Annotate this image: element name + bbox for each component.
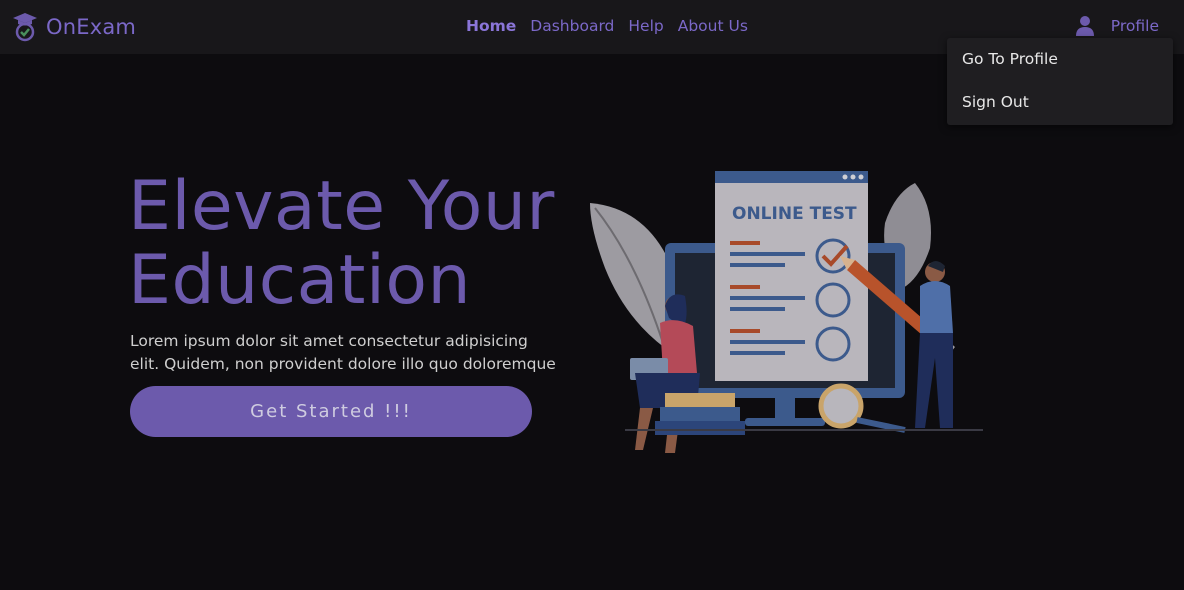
screen-title: ONLINE TEST bbox=[732, 204, 857, 224]
hero-description: Lorem ipsum dolor sit amet consectetur a… bbox=[130, 332, 556, 373]
checklist-icon: ONLINE TEST bbox=[715, 171, 868, 381]
get-started-button[interactable]: Get Started !!! bbox=[130, 386, 532, 437]
books-icon bbox=[655, 393, 745, 435]
online-test-illustration: ONLINE TEST bbox=[590, 171, 983, 453]
brand[interactable]: OnExam bbox=[12, 12, 136, 42]
user-icon bbox=[1075, 16, 1094, 36]
brand-name: OnExam bbox=[46, 15, 137, 39]
nav-link-home[interactable]: Home bbox=[466, 17, 516, 35]
nav-link-dashboard[interactable]: Dashboard bbox=[530, 17, 614, 35]
profile-menu-toggle[interactable]: Profile bbox=[1075, 15, 1159, 37]
profile-dropdown: Go To Profile Sign Out bbox=[947, 38, 1173, 125]
nav-links: Home Dashboard Help About Us bbox=[466, 17, 748, 35]
graduation-cap-check-icon bbox=[13, 13, 37, 42]
dropdown-item-sign-out[interactable]: Sign Out bbox=[962, 93, 1029, 111]
hero-title: Elevate Your Education bbox=[128, 167, 555, 320]
man-figure bbox=[915, 261, 953, 428]
profile-label: Profile bbox=[1110, 17, 1159, 35]
nav-link-about-us[interactable]: About Us bbox=[678, 17, 748, 35]
nav-link-help[interactable]: Help bbox=[628, 17, 663, 35]
dropdown-item-go-to-profile[interactable]: Go To Profile bbox=[962, 50, 1058, 68]
